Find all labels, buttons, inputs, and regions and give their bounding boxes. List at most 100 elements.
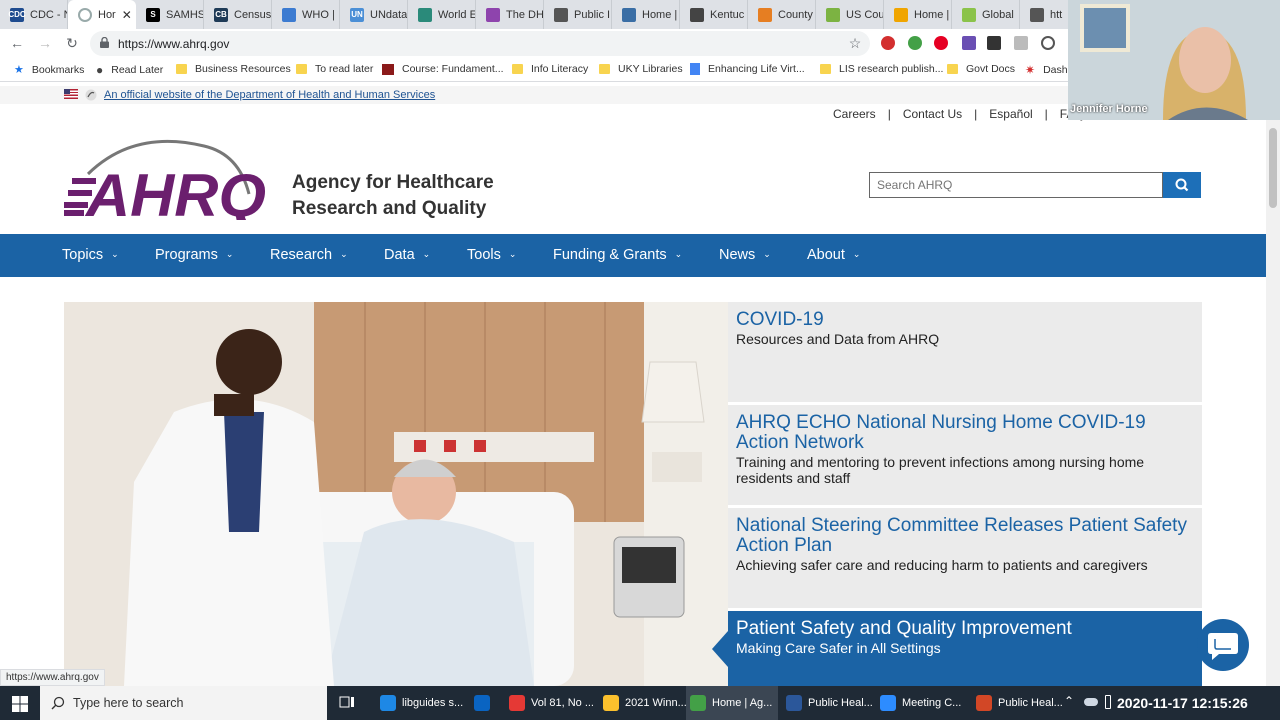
bookmark-item[interactable]: Enhancing Life Virt... — [690, 63, 805, 75]
featured-story[interactable]: COVID-19 Resources and Data from AHRQ — [728, 302, 1202, 402]
browser-tab[interactable]: Global — [952, 0, 1020, 29]
chevron-up-icon[interactable]: ⌃ — [1064, 694, 1074, 708]
taskbar-app[interactable]: 2021 Winn... — [599, 686, 691, 720]
nav-item[interactable]: Topics ⌄ — [62, 247, 119, 263]
battery-icon[interactable] — [1105, 695, 1111, 709]
doctor-patient-photo — [64, 302, 728, 686]
nav-item[interactable]: Programs ⌄ — [155, 247, 233, 263]
tab-favicon-icon — [486, 7, 500, 22]
bookmark-item[interactable]: ★ Bookmarks — [14, 63, 85, 77]
evernote-icon[interactable] — [908, 36, 922, 50]
bookmark-item[interactable]: LIS research publish... — [820, 63, 943, 75]
nav-item[interactable]: About ⌄ — [807, 247, 860, 263]
taskbar-app[interactable]: libguides s... — [376, 686, 468, 720]
nav-item[interactable]: Tools ⌄ — [467, 247, 516, 263]
tab-close-icon[interactable]: ✕ — [122, 8, 132, 22]
bookmark-item[interactable]: ● Read Later — [96, 63, 163, 77]
browser-tab[interactable]: Home | — [884, 0, 952, 29]
folder-icon — [947, 64, 958, 74]
bookmark-item[interactable]: To read later — [296, 63, 373, 75]
taskbar-app[interactable] — [470, 686, 500, 720]
bookmark-item[interactable]: Info Literacy — [512, 63, 588, 75]
utility-link[interactable]: Contact Us — [903, 107, 962, 121]
pinterest-icon[interactable] — [934, 36, 948, 50]
reload-button[interactable]: ↻ — [63, 34, 81, 52]
featured-story[interactable]: Patient Safety and Quality Improvement Ma… — [712, 611, 1202, 686]
taskbar-app[interactable]: Meeting C... — [876, 686, 968, 720]
browser-tab[interactable]: World E — [408, 0, 476, 29]
forward-button[interactable]: → — [36, 34, 54, 52]
browser-tab[interactable]: Hor ✕ — [68, 0, 136, 29]
tab-label: Home | — [642, 8, 678, 21]
taskbar-app-label: Public Heal... — [808, 697, 873, 709]
extension-icon[interactable] — [881, 36, 895, 50]
hero-image[interactable] — [64, 302, 728, 686]
page-scrollbar[interactable] — [1266, 120, 1280, 686]
browser-tab[interactable]: Public I — [544, 0, 612, 29]
address-bar[interactable]: https://www.ahrq.gov — [90, 31, 870, 56]
featured-story[interactable]: AHRQ ECHO National Nursing Home COVID-19… — [728, 405, 1202, 505]
bookmark-item[interactable]: UKY Libraries — [599, 63, 683, 75]
bookmark-item[interactable]: Business Resources — [176, 63, 291, 75]
featured-story[interactable]: National Steering Committee Releases Pat… — [728, 508, 1202, 608]
utility-link[interactable]: Careers — [833, 107, 876, 121]
taskbar-app[interactable]: Public Heal... — [972, 686, 1064, 720]
taskbar-clock[interactable]: 2020-11-17 12:15:26 — [1117, 695, 1248, 711]
extension-icon[interactable] — [987, 36, 1001, 50]
bookmark-item[interactable]: ✷ Dash — [1025, 63, 1068, 77]
active-story-arrow — [712, 631, 728, 667]
windows-start-icon[interactable] — [12, 696, 28, 712]
taskbar-app[interactable]: Vol 81, No ... — [505, 686, 597, 720]
bookmark-star-icon[interactable]: ☆ — [846, 34, 864, 52]
browser-tab[interactable]: Home | — [612, 0, 680, 29]
taskbar-search-placeholder: Type here to search — [73, 696, 184, 710]
browser-tab[interactable]: WHO | — [272, 0, 340, 29]
nav-item[interactable]: Data ⌄ — [384, 247, 430, 263]
gov-banner-link[interactable]: An official website of the Department of… — [104, 89, 435, 101]
task-view-icon[interactable] — [339, 696, 355, 710]
url-text: https://www.ahrq.gov — [118, 37, 230, 51]
tab-favicon-icon: UN — [350, 7, 364, 22]
site-search-button[interactable] — [1163, 172, 1201, 198]
utility-link[interactable]: Español — [989, 107, 1032, 121]
taskbar-search[interactable]: Type here to search — [40, 686, 327, 720]
lock-icon — [100, 37, 109, 48]
browser-tab[interactable]: US Cou — [816, 0, 884, 29]
tab-favicon-icon — [1030, 7, 1044, 22]
browser-tab[interactable]: CB Census — [204, 0, 272, 29]
nav-item[interactable]: Research ⌄ — [270, 247, 348, 263]
browser-tab[interactable]: The DH — [476, 0, 544, 29]
extension-icon[interactable] — [962, 36, 976, 50]
bookmark-label: Bookmarks — [31, 63, 85, 76]
extension-icon[interactable] — [1014, 36, 1028, 50]
folder-icon — [296, 64, 307, 74]
site-search-input[interactable] — [869, 172, 1163, 198]
browser-tab[interactable]: County — [748, 0, 816, 29]
bookmark-label: Info Literacy — [531, 63, 589, 75]
nav-item[interactable]: Funding & Grants ⌄ — [553, 247, 682, 263]
app-icon — [474, 695, 490, 711]
browser-tab[interactable]: UN UNdata — [340, 0, 408, 29]
browser-tab[interactable]: CDC CDC - N — [0, 0, 68, 29]
tab-label: CDC - N — [30, 8, 68, 21]
onedrive-icon[interactable] — [1084, 698, 1098, 706]
tab-favicon-icon — [78, 7, 92, 22]
tab-label: Kentuc — [710, 8, 745, 21]
chat-button[interactable] — [1197, 619, 1249, 671]
browser-tab[interactable]: Kentuc — [680, 0, 748, 29]
bookmark-item[interactable]: Govt Docs — [947, 63, 1015, 75]
bookmark-label: UKY Libraries — [618, 63, 683, 75]
taskbar-app[interactable]: Public Heal... — [782, 686, 874, 720]
browser-tab[interactable]: S SAMHS — [136, 0, 204, 29]
story-title: COVID-19 — [736, 309, 824, 330]
utility-separator: | — [974, 107, 978, 121]
tab-label: SAMHS — [166, 8, 204, 21]
taskbar-app[interactable]: Home | Ag... — [686, 686, 778, 720]
back-button[interactable]: ← — [8, 34, 26, 52]
scrollbar-thumb[interactable] — [1269, 128, 1277, 208]
nav-item[interactable]: News ⌄ — [719, 247, 771, 263]
extension-icon[interactable] — [1041, 36, 1055, 50]
tab-favicon-icon: CB — [214, 7, 228, 22]
search-icon — [51, 696, 65, 710]
bookmark-item[interactable]: Course: Fundament... — [382, 63, 504, 75]
